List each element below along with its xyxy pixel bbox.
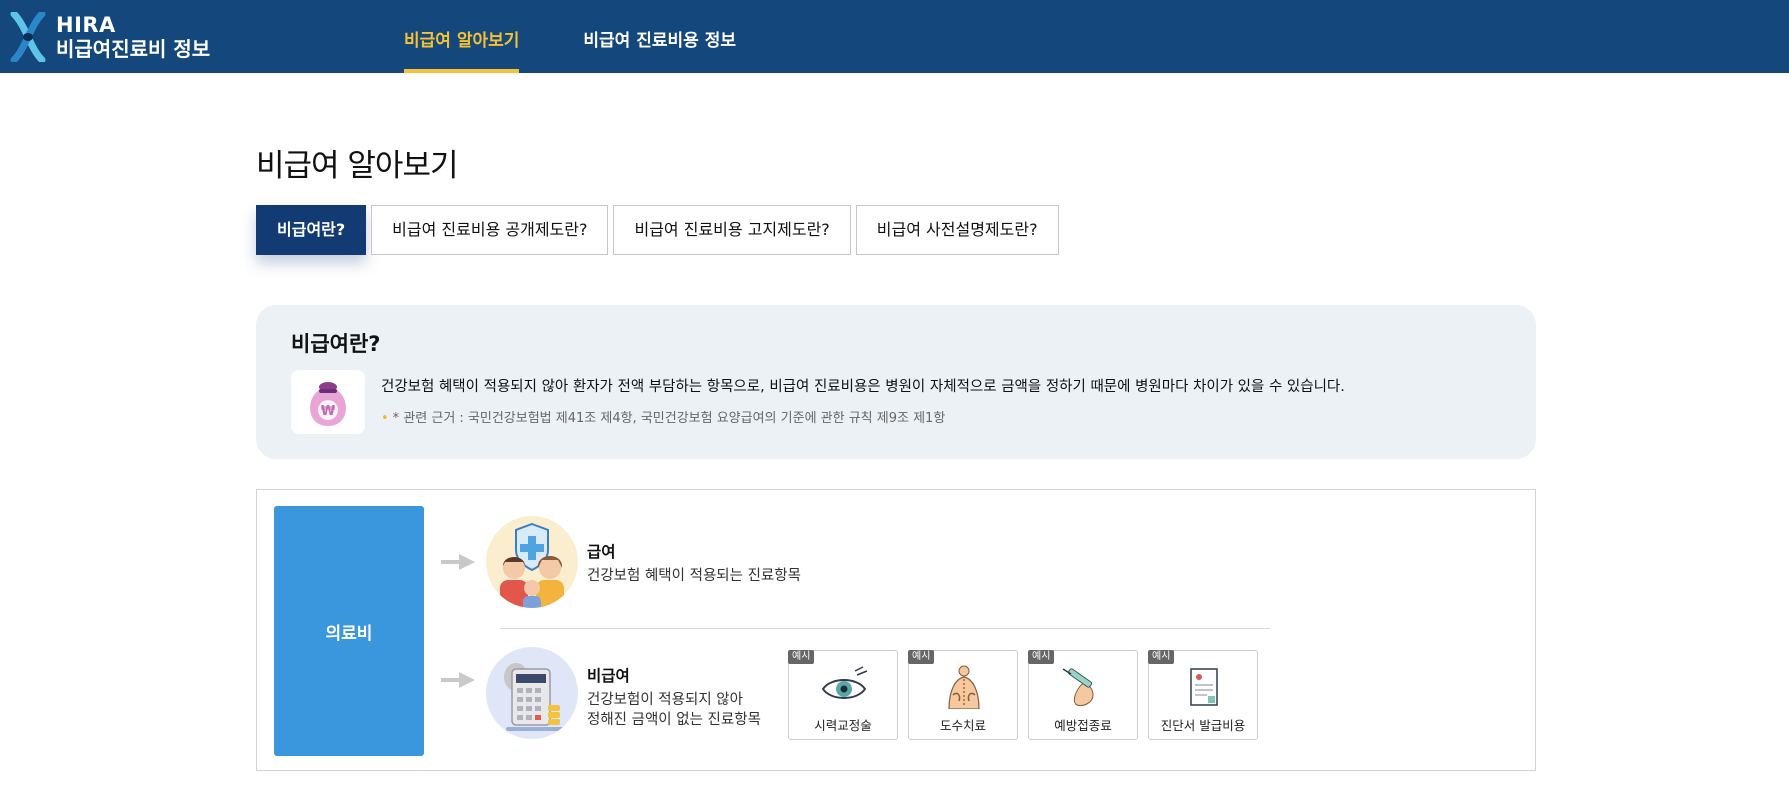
tab-cost-disclosure[interactable]: 비급여 진료비용 공개제도란? [371, 205, 609, 255]
arrow-right-icon [441, 672, 475, 688]
tab-cost-notice[interactable]: 비급여 진료비용 고지제도란? [613, 205, 851, 255]
eye-icon [821, 666, 868, 699]
example-label: 예방접종료 [1054, 718, 1112, 733]
family-shield-icon [486, 516, 578, 608]
logo-subtitle: 비급여진료비 정보 [56, 37, 211, 61]
main-nav: 비급여 알아보기 비급여 진료비용 정보 [404, 0, 800, 73]
tab-what-is-non-covered[interactable]: 비급여란? [256, 205, 367, 255]
example-badge: 예시 [1148, 650, 1175, 664]
medical-cost-block: 의료비 [274, 506, 424, 756]
example-label: 시력교정술 [814, 718, 872, 733]
nav-item-non-covered-guide[interactable]: 비급여 알아보기 [404, 0, 520, 73]
certificate-icon [1190, 668, 1218, 706]
calculator-icon [486, 647, 578, 739]
example-card-manual-therapy: 예시 도수치료 [908, 650, 1018, 740]
legal-basis-note: • * 관련 근거 : 국민건강보험법 제41조 제4항, 국민건강보험 요양급여… [381, 407, 945, 426]
example-card-vaccination: 예시 예방접종료 [1028, 650, 1138, 740]
page-title: 비급여 알아보기 [256, 148, 458, 184]
definition-text: 건강보험 혜택이 적용되지 않아 환자가 전액 부담하는 항목으로, 비급여 진… [381, 379, 1345, 395]
sub-tabs: 비급여란? 비급여 진료비용 공개제도란? 비급여 진료비용 고지제도란? 비급… [256, 205, 1064, 255]
example-badge: 예시 [788, 650, 815, 664]
non-covered-title: 비급여 [587, 667, 630, 685]
top-header: HIRA 비급여진료비 정보 비급여 알아보기 비급여 진료비용 정보 [0, 0, 1789, 73]
non-covered-description-line2: 정해진 금액이 없는 진료항목 [587, 712, 761, 728]
money-bag-icon: ₩ [310, 382, 346, 426]
svg-text:₩: ₩ [321, 404, 336, 419]
logo-title: HIRA [56, 13, 116, 37]
definition-title: 비급여란? [291, 332, 381, 356]
non-covered-description-line1: 건강보험이 적용되지 않아 [587, 692, 743, 708]
bullet-dot: • [381, 411, 389, 426]
example-label: 도수치료 [939, 718, 986, 733]
covered-title: 급여 [587, 543, 616, 561]
arrow-right-icon [441, 554, 475, 570]
example-badge: 예시 [1028, 650, 1055, 664]
legal-basis-text: * 관련 근거 : 국민건강보험법 제41조 제4항, 국민건강보험 요양급여의… [392, 411, 946, 426]
tab-prior-explanation[interactable]: 비급여 사전설명제도란? [855, 205, 1059, 255]
nav-item-non-covered-cost-info[interactable]: 비급여 진료비용 정보 [583, 0, 736, 73]
back-therapy-icon [948, 665, 980, 709]
example-card-vision-surgery: 예시 시력교정술 [788, 650, 898, 740]
site-logo[interactable]: HIRA 비급여진료비 정보 [10, 8, 210, 66]
hira-logo-icon [10, 12, 46, 62]
example-card-certificate: 예시 진단서 발급비용 [1148, 650, 1258, 740]
row-divider [500, 628, 1270, 629]
definition-box: 비급여란? ₩ 건강보험 혜택이 적용되지 않아 환자가 전액 부담하는 항목으… [256, 305, 1536, 459]
covered-description: 건강보험 혜택이 적용되는 진료항목 [587, 568, 801, 584]
example-badge: 예시 [908, 650, 935, 664]
cost-diagram: 의료비 급여 건강보험 혜택이 적용되는 진료항목 비급여 건강보험이 적용되지… [256, 489, 1536, 771]
info-icon-container: ₩ [291, 370, 365, 434]
syringe-icon [1062, 668, 1094, 706]
example-label: 진단서 발급비용 [1160, 718, 1246, 733]
